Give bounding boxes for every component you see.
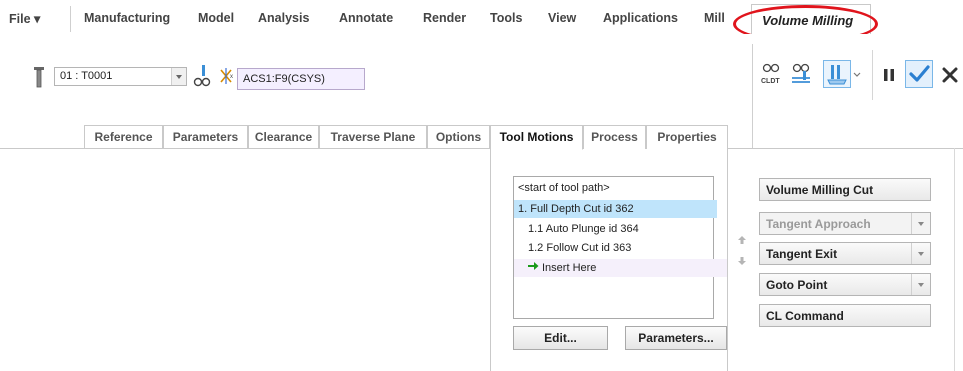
tab-render[interactable]: Render: [423, 11, 466, 25]
csys-field[interactable]: ACS1:F9(CSYS): [237, 68, 365, 90]
subtab-reference[interactable]: Reference: [84, 125, 163, 149]
cldt-preview-button[interactable]: CLDT: [757, 60, 785, 88]
tab-view[interactable]: View: [548, 11, 576, 25]
chevron-down-icon[interactable]: [171, 68, 186, 85]
cl-command-button[interactable]: CL Command: [759, 304, 931, 327]
tangent-approach-button: Tangent Approach: [759, 212, 931, 235]
cancel-button[interactable]: [937, 61, 963, 89]
cl-command-label: CL Command: [766, 309, 844, 323]
file-menu[interactable]: File ▾: [9, 11, 40, 26]
menu-divider: [70, 6, 71, 32]
subtab-process[interactable]: Process: [583, 125, 646, 149]
close-icon: [942, 67, 958, 83]
tangent-exit-button[interactable]: Tangent Exit: [759, 242, 931, 265]
tool-select-value: 01 : T0001: [60, 70, 113, 82]
goto-point-label: Goto Point: [766, 278, 828, 292]
subtab-clearance[interactable]: Clearance: [248, 125, 319, 149]
tab-annotate[interactable]: Annotate: [339, 11, 393, 25]
list-item-label: 1. Full Depth Cut id 362: [518, 203, 634, 215]
tab-mill[interactable]: Mill: [704, 11, 725, 25]
subtab-parameters[interactable]: Parameters: [163, 125, 248, 149]
parameters-button[interactable]: Parameters...: [625, 326, 727, 350]
tab-tools[interactable]: Tools: [490, 11, 522, 25]
tab-analysis[interactable]: Analysis: [258, 11, 309, 25]
ribbon-divider: [728, 148, 963, 149]
tangent-approach-label: Tangent Approach: [766, 217, 871, 231]
toolbar-divider: [872, 50, 873, 100]
verify-button[interactable]: [823, 60, 851, 88]
chevron-down-icon[interactable]: [911, 274, 930, 295]
tool-motions-list[interactable]: <start of tool path> 1. Full Depth Cut i…: [513, 176, 727, 319]
verify-icon: [827, 65, 847, 85]
subtab-traverse-plane[interactable]: Traverse Plane: [319, 125, 427, 149]
move-down-icon[interactable]: [737, 255, 747, 265]
list-item-label: 1.1 Auto Plunge id 364: [528, 223, 639, 235]
edit-button[interactable]: Edit...: [513, 326, 608, 350]
insert-here-item[interactable]: Insert Here: [514, 259, 727, 277]
tab-model[interactable]: Model: [198, 11, 234, 25]
ok-button[interactable]: [905, 60, 933, 88]
tangent-exit-label: Tangent Exit: [766, 247, 838, 261]
chevron-down-icon: [911, 213, 930, 234]
tool-manager-icon[interactable]: [193, 64, 211, 88]
list-item[interactable]: <start of tool path>: [514, 179, 717, 197]
move-up-icon[interactable]: [737, 234, 747, 244]
check-icon: [909, 65, 930, 82]
volume-milling-cut-label: Volume Milling Cut: [766, 183, 874, 197]
list-item[interactable]: 1.2 Follow Cut id 363: [514, 239, 727, 257]
play-path-button[interactable]: [787, 60, 815, 88]
tab-manufacturing[interactable]: Manufacturing: [84, 11, 170, 25]
subtab-options[interactable]: Options: [427, 125, 490, 149]
goto-point-button[interactable]: Goto Point: [759, 273, 931, 296]
pause-icon: [884, 69, 894, 81]
volume-milling-cut-button[interactable]: Volume Milling Cut: [759, 178, 931, 201]
chevron-down-icon[interactable]: [911, 243, 930, 264]
subtab-tool-motions[interactable]: Tool Motions: [490, 125, 583, 150]
list-item-label: 1.2 Follow Cut id 363: [528, 242, 632, 254]
tool-select[interactable]: 01 : T0001: [54, 67, 187, 86]
panel-divider: [954, 148, 955, 371]
coordinate-system-icon[interactable]: x: [218, 66, 236, 86]
list-item[interactable]: 1.1 Auto Plunge id 364: [514, 220, 727, 238]
tool-icon: [33, 66, 45, 88]
arrow-right-icon: [528, 259, 542, 277]
pause-button[interactable]: [875, 61, 903, 89]
cldt-label: CLDT: [761, 78, 780, 85]
subtab-properties[interactable]: Properties: [646, 125, 728, 149]
ribbon-divider: [0, 148, 490, 149]
list-item-selected[interactable]: 1. Full Depth Cut id 362: [514, 200, 717, 218]
toolbar-divider: [752, 44, 753, 148]
list-item-label: <start of tool path>: [518, 182, 610, 194]
chevron-down-icon[interactable]: [852, 66, 862, 82]
csys-value: ACS1:F9(CSYS): [243, 73, 325, 85]
svg-text:x: x: [230, 74, 233, 80]
tab-applications[interactable]: Applications: [603, 11, 678, 25]
insert-here-label: Insert Here: [542, 262, 597, 274]
